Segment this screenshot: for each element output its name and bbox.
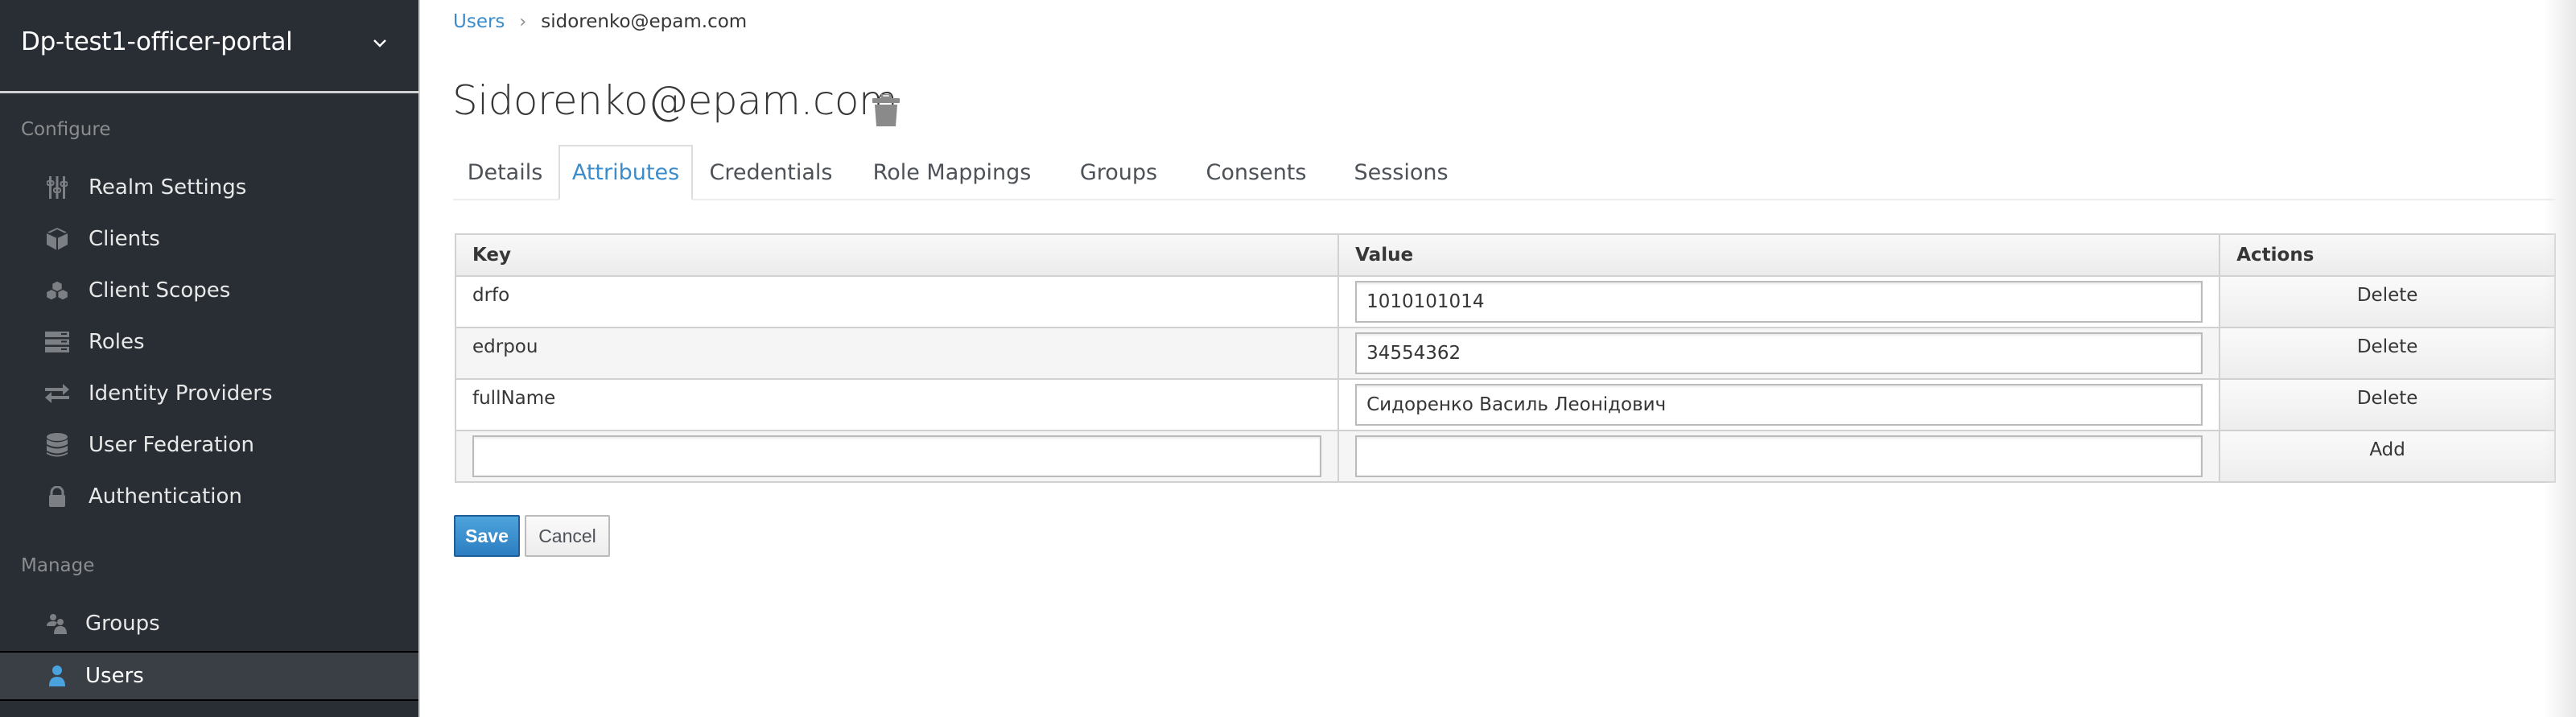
- delete-attribute-button[interactable]: Delete: [2220, 328, 2554, 378]
- sidebar: Dp-test1-officer-portal Configure Realm …: [0, 0, 420, 717]
- delete-attribute-button[interactable]: Delete: [2220, 380, 2554, 430]
- sidebar-item-users[interactable]: Users: [0, 651, 418, 701]
- action-cell: Delete: [2219, 378, 2556, 431]
- tab-details[interactable]: Details: [453, 145, 557, 200]
- trash-icon[interactable]: [872, 94, 901, 126]
- column-header-key: Key: [454, 233, 1340, 277]
- save-button[interactable]: Save: [454, 515, 520, 557]
- table-header-row: Key Value Actions: [454, 233, 2556, 277]
- tab-sessions[interactable]: Sessions: [1330, 145, 1472, 200]
- new-value-cell: [1337, 430, 2221, 483]
- new-key-cell: [454, 430, 1340, 483]
- lock-icon: [45, 484, 69, 509]
- breadcrumb-current: sidorenko@epam.com: [541, 11, 748, 32]
- sidebar-item-clients[interactable]: Clients: [0, 215, 418, 263]
- manage-section-label: Manage: [21, 555, 95, 576]
- sidebar-item-label: Client Scopes: [89, 278, 231, 303]
- sidebar-item-authentication[interactable]: Authentication: [0, 472, 418, 521]
- sliders-icon: [45, 175, 69, 200]
- sidebar-item-label: Realm Settings: [89, 175, 247, 200]
- sidebar-item-realm-settings[interactable]: Realm Settings: [0, 163, 418, 212]
- new-attribute-key-input[interactable]: [472, 435, 1322, 477]
- cancel-button[interactable]: Cancel: [525, 515, 610, 557]
- breadcrumb: Users › sidorenko@epam.com: [453, 11, 747, 32]
- attribute-key: edrpou: [454, 327, 1340, 380]
- sidebar-item-label: Authentication: [89, 484, 242, 509]
- sidebar-item-label: Clients: [89, 227, 160, 251]
- sidebar-item-label: Roles: [89, 330, 145, 354]
- attribute-key: fullName: [454, 378, 1340, 431]
- attributes-table: Key Value Actions drfo Delete edrpou Del…: [454, 233, 2556, 483]
- tab-attributes[interactable]: Attributes: [558, 145, 693, 200]
- attribute-value-input[interactable]: [1355, 384, 2203, 426]
- attribute-value-cell: [1337, 275, 2221, 328]
- sidebar-item-roles[interactable]: Roles: [0, 318, 418, 366]
- sidebar-item-label: User Federation: [89, 433, 254, 457]
- action-cell: Add: [2219, 430, 2556, 483]
- database-icon: [45, 433, 69, 457]
- realm-name[interactable]: Dp-test1-officer-portal: [21, 27, 293, 56]
- tab-consents[interactable]: Consents: [1182, 145, 1330, 200]
- sidebar-item-label: Groups: [85, 612, 160, 636]
- table-row: fullName Delete: [454, 378, 2556, 431]
- sidebar-item-client-scopes[interactable]: Client Scopes: [0, 266, 418, 315]
- table-row: edrpou Delete: [454, 327, 2556, 380]
- add-attribute-button[interactable]: Add: [2220, 431, 2554, 481]
- configure-section-label: Configure: [21, 119, 111, 140]
- user-tabs: Details Attributes Credentials Role Mapp…: [453, 145, 2555, 200]
- tab-credentials[interactable]: Credentials: [693, 145, 849, 200]
- cubes-icon: [45, 278, 69, 303]
- action-cell: Delete: [2219, 327, 2556, 380]
- breadcrumb-separator-icon: ›: [519, 11, 527, 32]
- page-title: Sidorenko@epam.com: [452, 77, 898, 124]
- sidebar-item-user-federation[interactable]: User Federation: [0, 421, 418, 469]
- column-header-value: Value: [1337, 233, 2221, 277]
- exchange-icon: [45, 381, 69, 406]
- breadcrumb-users-link[interactable]: Users: [453, 11, 505, 32]
- column-header-actions: Actions: [2219, 233, 2556, 277]
- sidebar-item-label: Users: [85, 664, 144, 688]
- action-cell: Delete: [2219, 275, 2556, 328]
- new-attribute-value-input[interactable]: [1355, 435, 2203, 477]
- table-row: drfo Delete: [454, 275, 2556, 328]
- attribute-key: drfo: [454, 275, 1340, 328]
- realm-selector[interactable]: Dp-test1-officer-portal: [0, 0, 418, 93]
- tab-groups[interactable]: Groups: [1055, 145, 1182, 200]
- delete-attribute-button[interactable]: Delete: [2220, 277, 2554, 327]
- user-icon: [45, 664, 69, 688]
- sidebar-item-groups[interactable]: Groups: [0, 600, 418, 648]
- tab-role-mappings[interactable]: Role Mappings: [849, 145, 1055, 200]
- chevron-down-icon[interactable]: [371, 34, 389, 52]
- sidebar-item-label: Identity Providers: [89, 381, 273, 406]
- cube-icon: [45, 227, 69, 251]
- attribute-value-cell: [1337, 378, 2221, 431]
- server-icon: [45, 330, 69, 354]
- attribute-value-input[interactable]: [1355, 332, 2203, 374]
- attribute-value-cell: [1337, 327, 2221, 380]
- sidebar-item-identity-providers[interactable]: Identity Providers: [0, 369, 418, 418]
- new-attribute-row: Add: [454, 430, 2556, 483]
- users-icon: [45, 612, 69, 636]
- attribute-value-input[interactable]: [1355, 281, 2203, 323]
